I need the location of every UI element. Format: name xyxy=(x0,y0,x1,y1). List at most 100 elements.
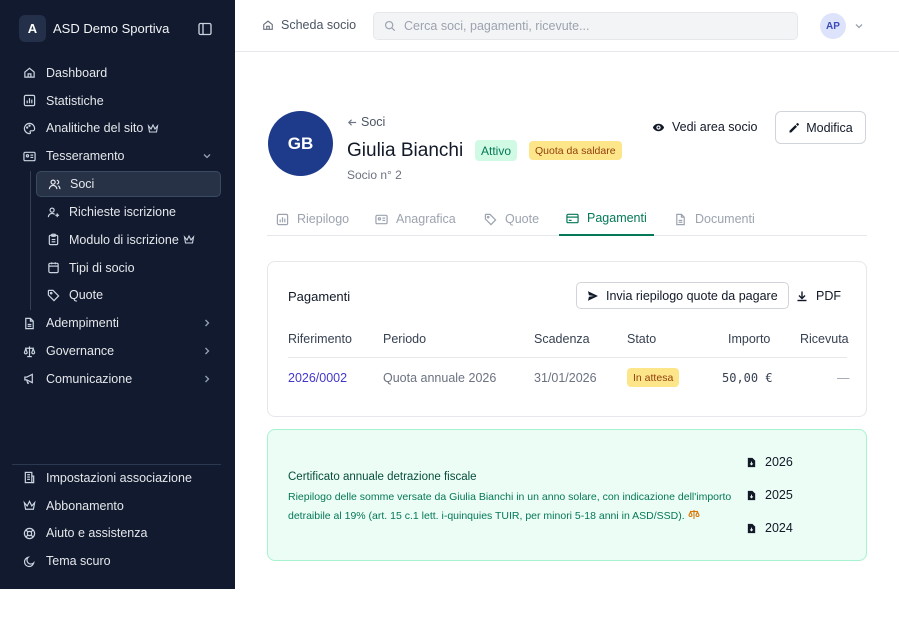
sidebar-subitem-richieste[interactable]: Richieste iscrizione xyxy=(0,198,235,226)
search-input[interactable] xyxy=(404,19,784,33)
file-icon xyxy=(25,317,34,329)
sidebar-item-label: Comunicazione xyxy=(46,371,133,386)
certificate-download-2026[interactable]: 2026 xyxy=(746,455,793,469)
certificate-title: Certificato annuale detrazione fiscale xyxy=(288,471,477,483)
sidebar-subitem-tipi[interactable]: Tipi di socio xyxy=(0,254,235,282)
sidebar-subitem-modulo[interactable]: Modulo di iscrizione xyxy=(0,226,235,254)
sidebar-item-tesseramento[interactable]: Tesseramento xyxy=(0,142,235,170)
sidebar-item-label: Analitiche del sito xyxy=(46,121,144,136)
sidebar-item-label: Adempimenti xyxy=(46,316,119,331)
topbar: Scheda socio AP xyxy=(235,0,899,52)
sidebar-item-comunicazione[interactable]: Comunicazione xyxy=(0,365,235,393)
sidebar-nav: Dashboard Statistiche Analitiche del sit… xyxy=(0,59,235,393)
scale-icon xyxy=(688,510,700,519)
sidebar-item-label: Dashboard xyxy=(46,65,108,80)
column-header-ricevuta[interactable]: Ricevuta xyxy=(800,332,849,346)
back-link-label: Soci xyxy=(361,115,386,129)
tab-label: Documenti xyxy=(695,212,755,226)
chevron-right-icon xyxy=(205,319,210,327)
member-tabs: Riepilogo Anagrafica Quote Pagamenti Doc… xyxy=(267,202,867,236)
home-icon xyxy=(263,20,273,30)
pdf-download-button[interactable]: PDF xyxy=(788,282,849,309)
premium-crown-icon xyxy=(147,123,159,133)
brand[interactable]: A ASD Demo Sportiva xyxy=(19,15,169,42)
certificate-download-2025[interactable]: 2025 xyxy=(746,488,793,502)
premium-crown-icon xyxy=(183,235,195,244)
send-summary-button[interactable]: Invia riepilogo quote da pagare xyxy=(576,282,789,309)
sidebar-item-label: Tesseramento xyxy=(46,149,125,164)
column-header-stato[interactable]: Stato xyxy=(627,332,656,346)
sidebar-toggle-icon[interactable] xyxy=(198,22,212,36)
home-icon xyxy=(24,67,35,79)
sidebar-item-statistiche[interactable]: Statistiche xyxy=(0,87,235,115)
brand-name: ASD Demo Sportiva xyxy=(53,21,170,36)
sidebar-item-analitiche[interactable]: Analitiche del sito xyxy=(0,115,235,143)
column-header-importo[interactable]: Importo xyxy=(728,332,770,346)
brand-logo: A xyxy=(19,15,46,42)
payments-card: Pagamenti Invia riepilogo quote da pagar… xyxy=(267,261,867,417)
megaphone-icon xyxy=(24,373,33,385)
sidebar-bottom-nav: Impostazioni associazione Abbonamento Ai… xyxy=(0,464,235,575)
user-avatar[interactable]: AP xyxy=(820,13,846,39)
tesseramento-submenu: Soci Richieste iscrizione Modulo di iscr… xyxy=(0,171,235,311)
payment-status-badge: In attesa xyxy=(627,368,680,387)
edit-button[interactable]: Modifica xyxy=(775,111,866,144)
sidebar: A ASD Demo Sportiva Dashboard Statistich… xyxy=(0,0,235,589)
breadcrumb-label: Scheda socio xyxy=(281,18,357,32)
tab-quote[interactable]: Quote xyxy=(484,202,539,236)
sidebar-item-adempimenti[interactable]: Adempimenti xyxy=(0,309,235,337)
sidebar-item-impostazioni[interactable]: Impostazioni associazione xyxy=(0,464,235,492)
calendar-icon xyxy=(48,262,59,274)
payments-title: Pagamenti xyxy=(288,289,351,304)
credit-card-icon xyxy=(566,213,579,223)
payment-due-date: 31/01/2026 xyxy=(534,371,597,385)
pdf-label: PDF xyxy=(816,288,841,303)
certificate-description: Riepilogo delle somme versate da Giulia … xyxy=(288,488,738,526)
sidebar-subitem-soci[interactable]: Soci xyxy=(36,171,221,198)
sidebar-item-governance[interactable]: Governance xyxy=(0,337,235,365)
breadcrumb[interactable]: Scheda socio xyxy=(262,18,356,32)
certificate-year-label: 2026 xyxy=(765,455,793,469)
certificate-download-2024[interactable]: 2024 xyxy=(746,521,793,535)
sidebar-subitem-label: Modulo di iscrizione xyxy=(69,232,179,247)
tab-pagamenti[interactable]: Pagamenti xyxy=(559,202,654,236)
sidebar-item-dashboard[interactable]: Dashboard xyxy=(0,59,235,87)
payment-reference-link[interactable]: 2026/0002 xyxy=(288,371,347,385)
certificate-year-label: 2024 xyxy=(765,521,793,535)
payment-period: Quota annuale 2026 xyxy=(383,371,497,385)
tab-label: Quote xyxy=(505,212,540,226)
column-header-riferimento[interactable]: Riferimento xyxy=(288,332,352,346)
palette-icon xyxy=(23,122,36,135)
back-to-members-link[interactable]: Soci xyxy=(347,115,385,129)
user-plus-icon xyxy=(47,207,60,217)
view-member-area-label: Vedi area socio xyxy=(672,120,758,134)
tab-label: Anagrafica xyxy=(396,212,456,226)
sidebar-item-label: Statistiche xyxy=(46,93,104,108)
sidebar-subitem-label: Quote xyxy=(69,288,104,303)
sidebar-subitem-label: Richieste iscrizione xyxy=(69,205,176,220)
tab-riepilogo[interactable]: Riepilogo xyxy=(276,202,349,236)
sidebar-item-tema-scuro[interactable]: Tema scuro xyxy=(0,547,235,575)
chevron-down-icon[interactable] xyxy=(854,21,864,31)
sidebar-item-label: Impostazioni associazione xyxy=(46,470,192,485)
send-icon xyxy=(588,290,598,301)
tab-label: Riepilogo xyxy=(297,212,350,226)
sidebar-item-aiuto[interactable]: Aiuto e assistenza xyxy=(0,520,235,548)
tag-icon xyxy=(47,289,60,302)
tag-icon xyxy=(484,213,497,225)
column-header-periodo[interactable]: Periodo xyxy=(383,332,426,346)
chart-icon xyxy=(23,94,36,107)
sidebar-subitem-quote[interactable]: Quote xyxy=(0,282,235,310)
sidebar-item-abbonamento[interactable]: Abbonamento xyxy=(0,492,235,520)
column-header-scadenza[interactable]: Scadenza xyxy=(534,332,590,346)
crown-icon xyxy=(23,500,36,511)
building-icon xyxy=(24,472,35,484)
search-box[interactable] xyxy=(373,12,798,40)
tab-documenti[interactable]: Documenti xyxy=(674,202,755,236)
arrow-left-icon xyxy=(347,118,357,126)
tab-anagrafica[interactable]: Anagrafica xyxy=(375,202,456,236)
tab-label: Pagamenti xyxy=(587,211,647,225)
view-member-area-button[interactable]: Vedi area socio xyxy=(643,113,766,141)
id-card-icon xyxy=(23,151,36,162)
sidebar-item-label: Aiuto e assistenza xyxy=(46,526,148,541)
